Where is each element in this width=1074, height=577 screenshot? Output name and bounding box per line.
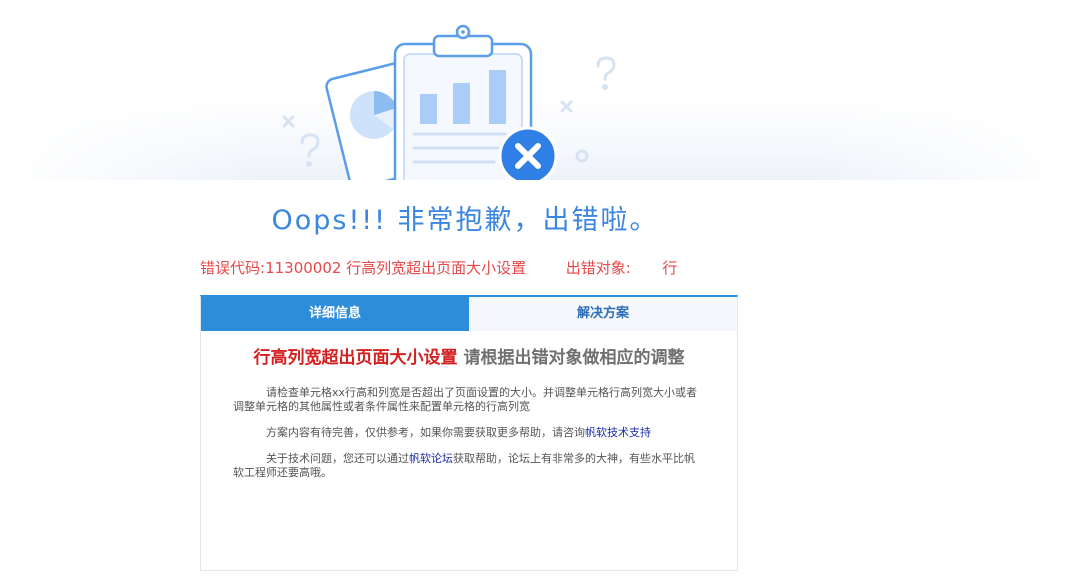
error-illustration: [282, 24, 616, 180]
panel-body: 行高列宽超出页面大小设置 请根据出错对象做相应的调整 请检查单元格xx行高和列宽是…: [201, 331, 737, 480]
panel-tabs: 详细信息 解决方案: [201, 297, 737, 331]
error-detail-panel: 详细信息 解决方案 行高列宽超出页面大小设置 请根据出错对象做相应的调整 请检查单…: [200, 295, 738, 571]
tab-solution[interactable]: 解决方案: [469, 297, 737, 331]
detail-headline: 行高列宽超出页面大小设置 请根据出错对象做相应的调整: [233, 343, 705, 368]
hero-fade-right: [814, 0, 1074, 180]
page-title: Oops!!! 非常抱歉，出错啦。: [271, 205, 659, 236]
error-object-value: 行: [662, 259, 678, 277]
tab-details[interactable]: 详细信息: [201, 297, 469, 331]
error-code-value: 11300002 行高列宽超出页面大小设置: [265, 259, 527, 277]
error-summary: 错误代码:11300002 行高列宽超出页面大小设置 出错对象: 行: [200, 257, 677, 278]
detail-paragraph-1: 请检查单元格xx行高和列宽是否超出了页面设置的大小。并调整单元格行高列宽大小或者…: [233, 386, 698, 413]
ring-decoration-icon: [575, 149, 589, 163]
hero-fade-left: [0, 0, 260, 180]
error-code-label: 错误代码:: [200, 259, 266, 277]
hero-illustration-area: [0, 0, 1074, 180]
error-object-label: 出错对象:: [565, 259, 631, 277]
detail-headline-hint: 请根据出错对象做相应的调整: [463, 348, 685, 368]
detail-headline-error: 行高列宽超出页面大小设置: [253, 348, 458, 368]
forum-link[interactable]: 帆软论坛: [409, 452, 453, 465]
detail-paragraph-2: 方案内容有待完善，仅供参考，如果你需要获取更多帮助，请咨询帆软技术支持: [233, 426, 705, 440]
tech-support-link[interactable]: 帆软技术支持: [585, 426, 651, 439]
detail-paragraph-3: 关于技术问题，您还可以通过帆软论坛获取帮助，论坛上有非常多的大神，有些水平比帆软…: [233, 452, 705, 480]
detail-paragraph-2-text: 方案内容有待完善，仅供参考，如果你需要获取更多帮助，请咨询: [266, 426, 585, 439]
close-badge-icon: [498, 126, 558, 180]
detail-paragraph-3-text-before: 关于技术问题，您还可以通过: [266, 452, 409, 465]
